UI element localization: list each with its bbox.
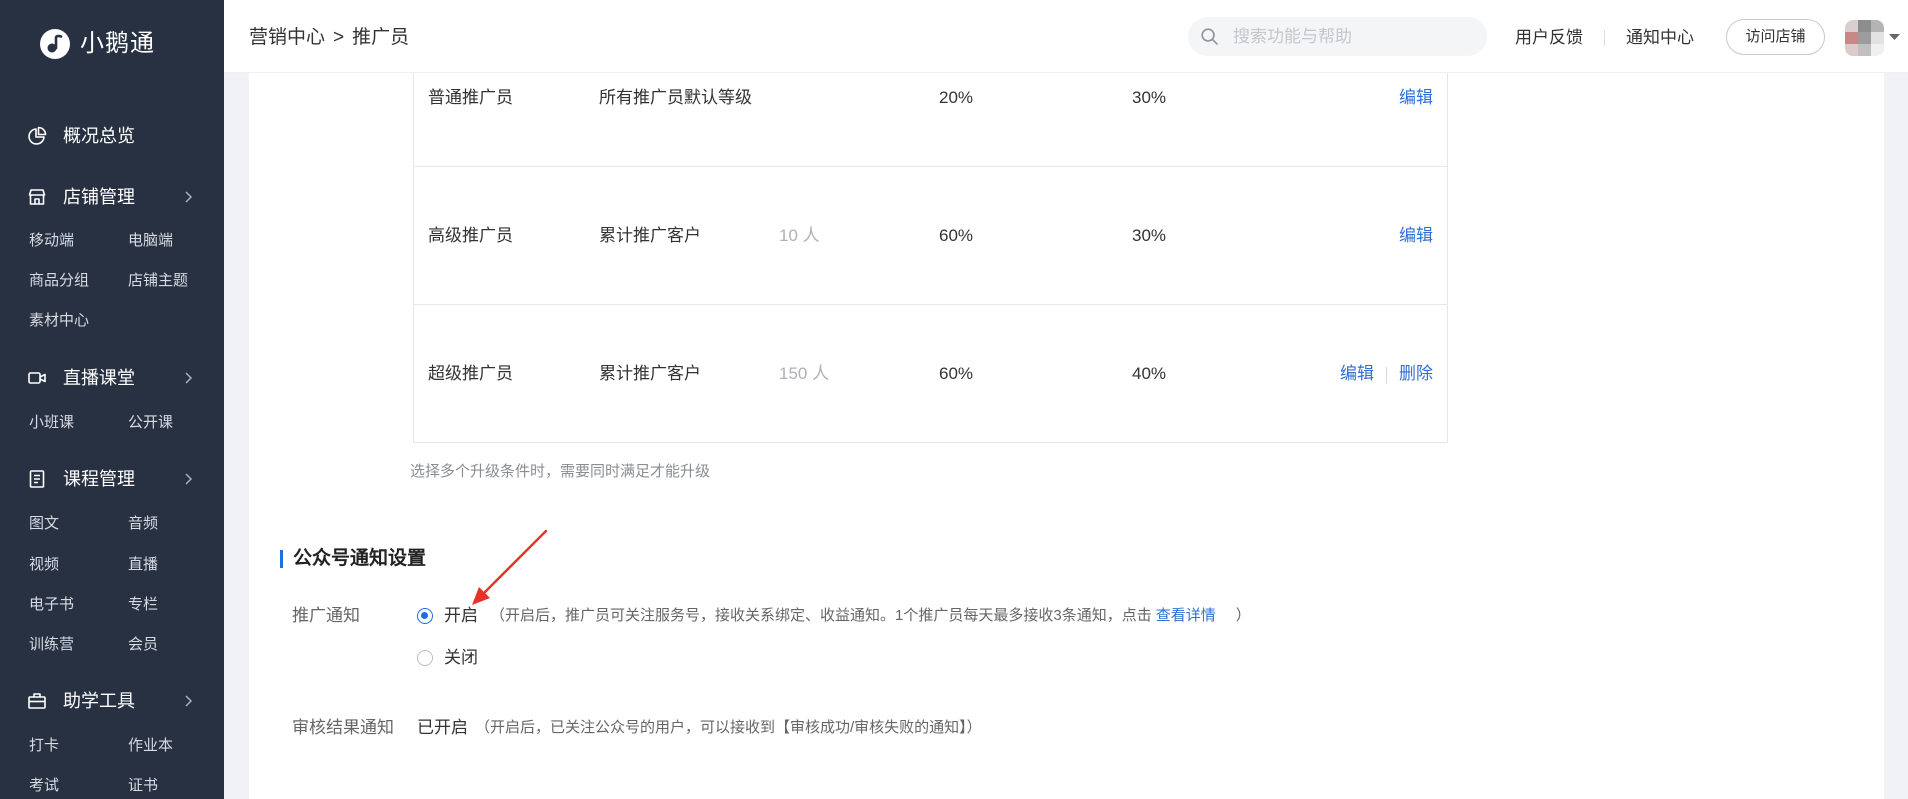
sidebar-subitem-open-class[interactable]: 公开课 [128, 413, 173, 433]
review-notify-hint: （开启后，已关注公众号的用户，可以接收到【审核成功/审核失败的通知】） [475, 719, 982, 736]
commission-rate-b: 40% [1132, 364, 1167, 383]
sidebar-subitem-mobile[interactable]: 移动端 [29, 231, 74, 251]
search-input[interactable] [1233, 17, 1473, 56]
commission-rate-a: 60% [939, 226, 974, 245]
chevron-right-icon [181, 472, 195, 486]
sidebar-item-overview[interactable]: 概况总览 [0, 124, 224, 148]
sidebar-subitem-product-groups[interactable]: 商品分组 [29, 271, 89, 291]
promo-notify-label: 推广通知 [292, 606, 360, 625]
sidebar-subitem-exam[interactable]: 考试 [29, 776, 59, 796]
sidebar-subitem-media-center[interactable]: 素材中心 [29, 311, 89, 331]
sidebar-subitem-checkin[interactable]: 打卡 [29, 736, 59, 756]
breadcrumb-parent[interactable]: 营销中心 [249, 26, 325, 50]
sidebar-subitem-homework[interactable]: 作业本 [128, 736, 173, 756]
upgrade-threshold: 150 人 [779, 364, 830, 383]
brand-name: 小鹅通 [80, 30, 155, 57]
upgrade-note: 选择多个升级条件时，需要同时满足才能升级 [410, 463, 711, 480]
store-icon [27, 187, 47, 207]
sidebar-item-tools[interactable]: 助学工具 [0, 689, 224, 713]
edit-link[interactable]: 编辑 [1399, 88, 1433, 107]
sidebar-subitem-membership[interactable]: 会员 [128, 635, 158, 655]
breadcrumb-separator: > [333, 27, 345, 48]
avatar[interactable] [1845, 20, 1884, 56]
row-actions: 编辑 删除 [1340, 305, 1433, 442]
visit-store-button[interactable]: 访问店铺 [1726, 19, 1825, 55]
radio-promo-off-label[interactable]: 关闭 [444, 646, 478, 670]
table-row: 超级推广员 累计推广客户 150 人 60% 40% 编辑 删除 [414, 305, 1447, 443]
upgrade-threshold: 10 人 [779, 226, 820, 245]
sidebar-item-live[interactable]: 直播课堂 [0, 366, 224, 390]
sidebar-item-label: 课程管理 [63, 469, 135, 489]
review-notify-status: 已开启 [417, 718, 468, 737]
sidebar-item-label: 概况总览 [63, 126, 135, 146]
annotation-arrow [472, 529, 548, 605]
chevron-right-icon [181, 371, 195, 385]
sidebar-subitem-pc[interactable]: 电脑端 [128, 231, 173, 251]
level-name: 高级推广员 [428, 226, 513, 245]
top-header: 营销中心 > 推广员 用户反馈 通知中心 访问店铺 [224, 0, 1908, 73]
edit-link[interactable]: 编辑 [1399, 226, 1433, 245]
notification-center-link[interactable]: 通知中心 [1626, 26, 1694, 50]
search-icon[interactable] [1200, 27, 1219, 46]
section-title-bar [280, 550, 283, 568]
sidebar-subitem-certificate[interactable]: 证书 [128, 776, 158, 796]
breadcrumb: 营销中心 > 推广员 [249, 26, 409, 50]
commission-rate-a: 60% [939, 364, 974, 383]
promo-notify-hint: （开启后，推广员可关注服务号，接收关系绑定、收益通知。1个推广员每天最多接收3条… [490, 606, 1251, 626]
hint-text: （开启后，推广员可关注服务号，接收关系绑定、收益通知。1个推广员每天最多接收3条… [490, 607, 1152, 624]
header-divider [1604, 30, 1605, 46]
radio-promo-on[interactable] [417, 608, 433, 624]
radio-promo-off[interactable] [417, 650, 433, 666]
sidebar-subitem-camp[interactable]: 训练营 [29, 635, 74, 655]
row-actions: 编辑 [1399, 167, 1433, 304]
sidebar-item-label: 店铺管理 [63, 187, 135, 207]
brand-logo[interactable]: 小鹅通 [39, 28, 155, 60]
table-row: 高级推广员 累计推广客户 10 人 60% 30% 编辑 [414, 167, 1447, 305]
sidebar-subitem-live[interactable]: 直播 [128, 555, 158, 575]
chevron-down-icon[interactable] [1889, 33, 1900, 41]
sidebar-subitem-store-theme[interactable]: 店铺主题 [128, 271, 188, 291]
chevron-right-icon [181, 190, 195, 204]
action-divider [1386, 366, 1387, 383]
edit-link[interactable]: 编辑 [1340, 364, 1374, 383]
view-details-link[interactable]: 查看详情 [1156, 607, 1216, 624]
sidebar-item-label: 直播课堂 [63, 368, 135, 388]
sidebar-subitem-column[interactable]: 专栏 [128, 595, 158, 615]
pie-chart-icon [27, 126, 47, 146]
sidebar: 小鹅通 概况总览 店铺管理 移动端 电脑端 商品分组 店铺主题 素材中心 直播课… [0, 0, 224, 799]
sidebar-subitem-ebook[interactable]: 电子书 [29, 595, 74, 615]
sidebar-subitem-video[interactable]: 视频 [29, 555, 59, 575]
level-name: 超级推广员 [428, 364, 513, 383]
upgrade-condition: 累计推广客户 [599, 364, 701, 383]
promoter-levels-table: 普通推广员 所有推广员默认等级 20% 30% 编辑 高级推广员 累计推广客户 … [413, 29, 1448, 443]
swan-logo-icon [40, 29, 70, 59]
video-camera-icon [27, 368, 47, 388]
review-notify-label: 审核结果通知 [292, 718, 394, 737]
book-icon [27, 469, 47, 489]
sidebar-subitem-small-class[interactable]: 小班课 [29, 413, 74, 433]
breadcrumb-current: 推广员 [352, 27, 410, 48]
feedback-link[interactable]: 用户反馈 [1515, 26, 1583, 50]
sidebar-subitem-audio[interactable]: 音频 [128, 514, 158, 534]
upgrade-condition: 累计推广客户 [599, 226, 701, 245]
commission-rate-b: 30% [1132, 226, 1167, 245]
sidebar-item-course[interactable]: 课程管理 [0, 467, 224, 491]
section-title: 公众号通知设置 [293, 548, 427, 569]
sidebar-subitem-article[interactable]: 图文 [29, 514, 59, 534]
hint-text-end: ） [1235, 607, 1251, 624]
sidebar-item-label: 助学工具 [63, 691, 135, 711]
delete-link[interactable]: 删除 [1399, 364, 1433, 383]
toolbox-icon [27, 691, 47, 711]
search-box[interactable] [1188, 17, 1487, 56]
chevron-right-icon [181, 694, 195, 708]
sidebar-item-store[interactable]: 店铺管理 [0, 185, 224, 209]
